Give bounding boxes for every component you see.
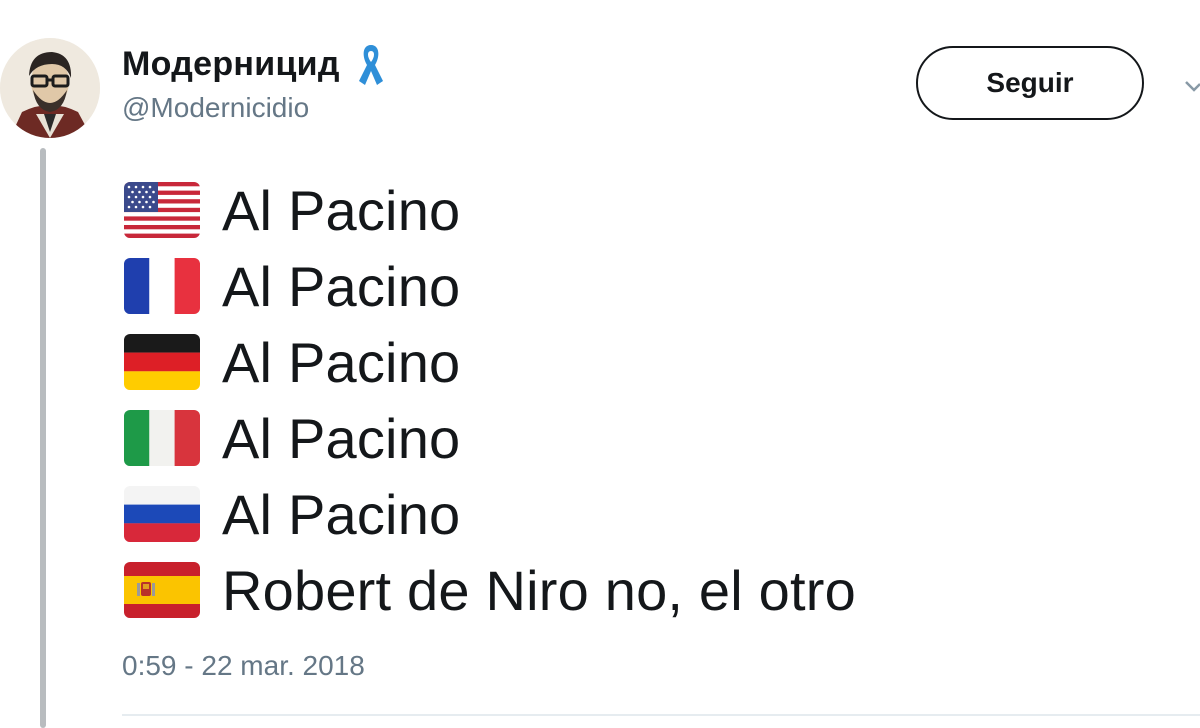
avatar[interactable] <box>0 38 100 138</box>
flag-usa-icon <box>124 182 200 238</box>
tweet-line-text: Al Pacino <box>222 254 461 318</box>
author-handle[interactable]: @Modernicidio <box>122 92 309 124</box>
tweet-line-text: Al Pacino <box>222 482 461 546</box>
flag-france-icon <box>124 258 200 314</box>
awareness-ribbon-icon <box>358 45 383 85</box>
author-display-name[interactable]: Модерницид <box>122 45 340 84</box>
flag-spain-icon <box>124 562 200 618</box>
tweet-timestamp[interactable]: 0:59 - 22 mar. 2018 <box>122 650 365 682</box>
flag-russia-icon <box>124 486 200 542</box>
flag-germany-icon <box>124 334 200 390</box>
tweet-text: Al Pacino Al Pacino Al Pacino Al Pacino … <box>124 172 856 628</box>
tweet-line: Robert de Niro no, el otro <box>124 552 856 628</box>
tweet-line: Al Pacino <box>124 476 856 552</box>
avatar-illustration-icon <box>0 38 100 138</box>
chevron-down-icon[interactable] <box>1184 76 1200 98</box>
tweet-line: Al Pacino <box>124 324 856 400</box>
tweet-line: Al Pacino <box>124 400 856 476</box>
tweet-line: Al Pacino <box>124 248 856 324</box>
author-row: Модерницид <box>122 40 388 88</box>
tweet-line-text: Robert de Niro no, el otro <box>222 558 856 622</box>
tweet-line-text: Al Pacino <box>222 178 461 242</box>
follow-button[interactable]: Seguir <box>916 46 1144 120</box>
tweet-line: Al Pacino <box>124 172 856 248</box>
divider <box>122 714 1200 716</box>
thread-line <box>40 148 46 728</box>
tweet-line-text: Al Pacino <box>222 330 461 394</box>
flag-italy-icon <box>124 410 200 466</box>
tweet-line-text: Al Pacino <box>222 406 461 470</box>
